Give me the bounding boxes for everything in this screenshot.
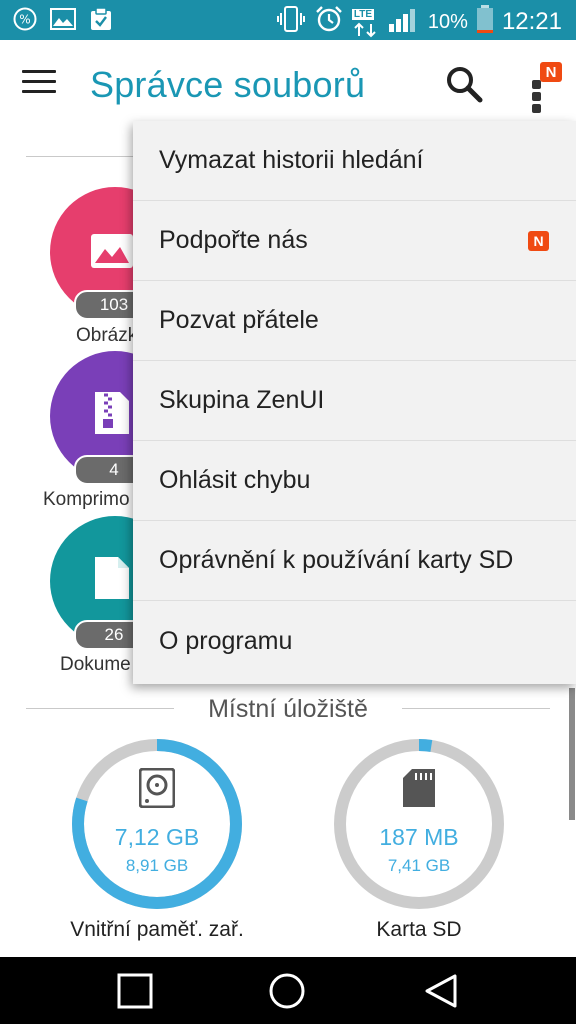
storage-total: 8,91 GB: [125, 856, 189, 875]
home-icon[interactable]: [265, 969, 309, 1013]
category-label: Obrázk: [76, 325, 138, 346]
more-dot: [532, 104, 541, 113]
back-icon[interactable]: [419, 969, 463, 1013]
menu-item-label: Ohlásit chybu: [159, 466, 311, 494]
image-icon: [90, 233, 134, 274]
document-icon: [94, 556, 130, 605]
new-badge: N: [528, 231, 549, 251]
menu-item-label: Vymazat historii hledání: [159, 146, 424, 174]
storage-used: 7,12 GB: [114, 824, 200, 850]
storage-used: 187 MB: [379, 824, 459, 850]
vibrate-icon: [276, 4, 306, 40]
storage-label: Vnitřní paměť. zař.: [70, 918, 244, 941]
clipboard-check-icon: [88, 6, 114, 32]
storage-label: Karta SD: [376, 918, 462, 941]
signal-icon: [388, 4, 420, 40]
alarm-icon: [314, 4, 344, 40]
image-icon: [50, 6, 76, 32]
percent-icon: %: [12, 6, 38, 32]
menu-item-label: Podpořte nás: [159, 226, 308, 254]
section-title-local-storage: Místní úložiště: [208, 695, 368, 723]
hamburger-menu-icon[interactable]: [22, 70, 56, 100]
sd-card-icon: [402, 768, 436, 813]
page-title: Správce souborů: [90, 64, 366, 105]
menu-item-zenui-group[interactable]: Skupina ZenUI: [133, 361, 576, 441]
clock: 12:21: [501, 8, 562, 35]
lte-icon: LTE: [351, 7, 380, 38]
scrollbar[interactable]: [569, 688, 575, 820]
storage-total: 7,41 GB: [387, 856, 451, 875]
overflow-menu: Vymazat historii hledání Podpořte nás N P…: [133, 121, 576, 684]
more-dot: [532, 80, 541, 89]
more-dot: [532, 92, 541, 101]
search-icon[interactable]: [444, 64, 484, 104]
menu-item-sd-card-permission[interactable]: Oprávnění k používání karty SD: [133, 521, 576, 601]
more-options-button[interactable]: N: [528, 62, 562, 114]
battery-percent: 10%: [427, 10, 468, 33]
category-label: Dokume: [60, 654, 131, 675]
svg-text:%: %: [19, 13, 30, 27]
menu-item-label: Skupina ZenUI: [159, 386, 325, 414]
status-bar: % LTE 10% 12:21: [0, 0, 576, 40]
storage-internal[interactable]: 7,12 GB 8,91 GB: [69, 736, 245, 912]
notification-badge: N: [540, 62, 562, 82]
hard-drive-icon: [138, 767, 176, 813]
app-bar: Správce souborů N: [0, 40, 576, 132]
menu-item-invite-friends[interactable]: Pozvat přátele: [133, 281, 576, 361]
storage-sd-card[interactable]: 187 MB 7,41 GB: [331, 736, 507, 912]
menu-item-report-bug[interactable]: Ohlásit chybu: [133, 441, 576, 521]
menu-item-label: O programu: [159, 626, 293, 655]
navigation-bar: [0, 957, 576, 1024]
menu-item-about[interactable]: O programu: [133, 601, 576, 681]
recent-apps-icon[interactable]: [113, 969, 157, 1013]
lte-label: LTE: [351, 9, 375, 20]
divider: [26, 156, 136, 157]
battery-icon: [476, 4, 494, 40]
menu-item-label: Oprávnění k používání karty SD: [159, 546, 514, 574]
category-label: Komprimo: [43, 489, 130, 510]
zip-file-icon: [94, 391, 130, 440]
menu-item-support-us[interactable]: Podpořte nás N: [133, 201, 576, 281]
menu-item-label: Pozvat přátele: [159, 306, 319, 334]
menu-item-clear-search-history[interactable]: Vymazat historii hledání: [133, 121, 576, 201]
